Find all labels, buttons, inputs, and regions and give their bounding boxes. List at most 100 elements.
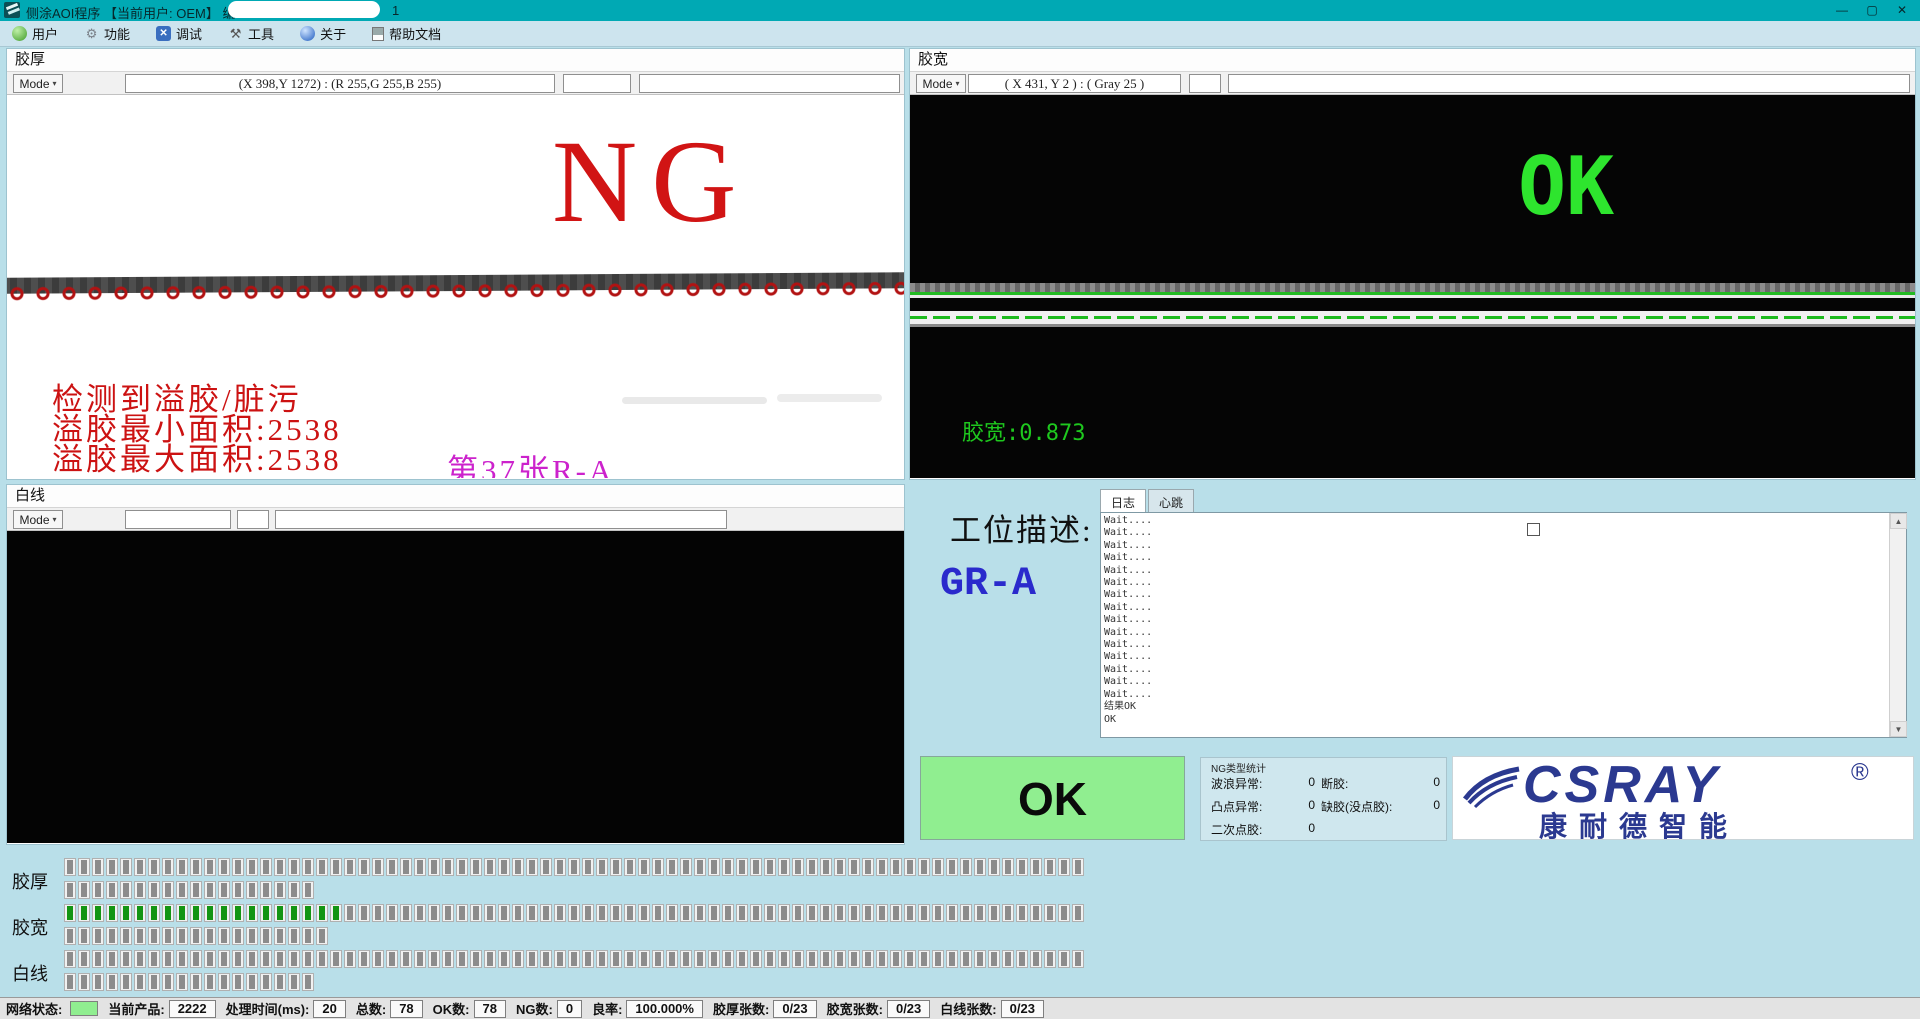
indicator-cell [694,904,706,922]
scroll-down-icon[interactable]: ▼ [1890,721,1907,737]
indicator-cell [1030,904,1042,922]
menu-item-5[interactable]: 关于 [300,24,346,43]
indicator-cell [274,904,286,922]
jiaokuan-mode-dropdown[interactable]: Mode ▾ [916,74,966,93]
log-scrollbar[interactable]: ▲ ▼ [1889,513,1906,737]
indicator-cell [484,950,496,968]
jiaohou-image-view[interactable]: NG 检测到溢胶/脏污 溢胶最小面积:2538 溢胶最大面积:2538 第37张… [7,95,904,478]
indicator-cell [92,950,104,968]
indicator-cell [106,950,118,968]
ng-stat-value: 0 [1308,775,1321,792]
menu-item-2[interactable]: ⚙功能 [84,24,130,43]
indicator-cell [1016,950,1028,968]
jiaohou-mode-dropdown[interactable]: Mode ▾ [13,74,63,93]
indicator-cell [1016,904,1028,922]
log-line: Wait.... [1104,527,1888,539]
indicator-cell [806,950,818,968]
indicator-cell [736,950,748,968]
indicator-cell [806,858,818,876]
indicator-cell [344,858,356,876]
menu-item-label: 功能 [104,24,130,43]
titlebar: 侧涂AOI程序 【当前用户: OEM】 编 1 — ▢ ✕ [0,0,1920,21]
indicator-cell [316,858,328,876]
log-checkbox[interactable] [1527,523,1540,536]
statusbar-item-value: 78 [474,1000,506,1018]
indicator-cell [414,858,426,876]
baixian-image-view[interactable] [7,531,904,843]
indicator-cell [428,858,440,876]
indicator-cell [820,950,832,968]
close-button[interactable]: ✕ [1888,0,1916,21]
menu-item-label: 帮助文档 [389,24,441,43]
indicator-cell [176,904,188,922]
indicator-cell [778,950,790,968]
ng-stats-title: NG类型统计 [1211,760,1266,775]
indicator-cell [232,927,244,945]
indicator-cell [750,904,762,922]
ng-stat-row: 断胶:0 [1321,775,1446,792]
menu-item-3[interactable]: ✕调试 [156,24,202,43]
menu-item-4[interactable]: ⚒工具 [228,24,274,43]
indicator-cell [162,881,174,899]
indicator-cell [204,950,216,968]
maximize-button[interactable]: ▢ [1858,0,1886,21]
indicator-cell [190,973,202,991]
tools-icon: ⚒ [228,26,243,41]
indicator-cell [960,904,972,922]
indicator-cell [470,858,482,876]
indicator-cell [176,973,188,991]
indicator-cell [218,858,230,876]
tab-1[interactable]: 日志 [1100,489,1146,512]
indicator-cell [764,950,776,968]
jiaokuan-gray-line [910,324,1915,327]
statusbar-item-label: 良率: [592,999,622,1018]
menu-item-1[interactable]: 用户 [12,24,58,43]
statusbar-item-value: 0/23 [773,1000,816,1018]
indicator-cell [246,858,258,876]
indicator-cell [190,927,202,945]
indicator-cell [414,904,426,922]
chevron-down-icon: ▾ [53,515,57,524]
indicator-cell [78,858,90,876]
indicator-cell [1002,858,1014,876]
minimize-button[interactable]: — [1828,0,1856,21]
vendor-logo: CSRAY ® 康耐德智能 [1452,756,1914,840]
menu-item-6[interactable]: 帮助文档 [372,24,441,43]
indicator-cell [568,904,580,922]
indicator-cell [652,904,664,922]
indicator-cell [1002,904,1014,922]
indicator-cell [792,904,804,922]
indicator-cell [988,950,1000,968]
jiaokuan-image-view[interactable]: OK 胶宽:0.873 [910,95,1915,478]
panel-baixian-title: 白线 [7,485,904,507]
station-desc-label: 工位描述: [950,505,1093,550]
indicator-cell [246,973,258,991]
tab-2[interactable]: 心跳 [1148,489,1194,512]
indicator-cell [148,927,160,945]
indicator-cell [820,858,832,876]
indicator-cell [974,858,986,876]
ng-stats-right-column: 断胶:0缺胶(没点胶):0 [1321,775,1446,815]
indicator-cell [512,950,524,968]
jiaokuan-edge-line-bottom [910,316,1915,319]
scroll-up-icon[interactable]: ▲ [1890,513,1907,529]
log-list[interactable]: Wait....Wait....Wait....Wait....Wait....… [1100,512,1907,738]
indicator-cell [120,973,132,991]
indicator-cell [862,950,874,968]
menubar-items: 用户 ⚙功能 ✕调试 ⚒工具 关于 帮助文档 [0,21,1920,47]
indicator-group-label: 白线 [12,960,58,986]
statusbar-item-label: NG数: [516,999,553,1018]
indicator-cell [918,950,930,968]
statusbar-item-label: OK数: [433,999,470,1018]
indicator-cell [708,904,720,922]
jiaokuan-toolbar-box3 [1228,74,1910,93]
indicator-cell [638,950,650,968]
baixian-mode-dropdown[interactable]: Mode ▾ [13,510,63,529]
result-ok-button[interactable]: OK [920,756,1185,840]
indicator-cell [1016,858,1028,876]
indicator-cell [232,881,244,899]
app-icon [4,2,20,18]
menu-item-label: 关于 [320,24,346,43]
statusbar-item-label: 处理时间(ms): [226,999,310,1018]
indicator-cell [302,973,314,991]
